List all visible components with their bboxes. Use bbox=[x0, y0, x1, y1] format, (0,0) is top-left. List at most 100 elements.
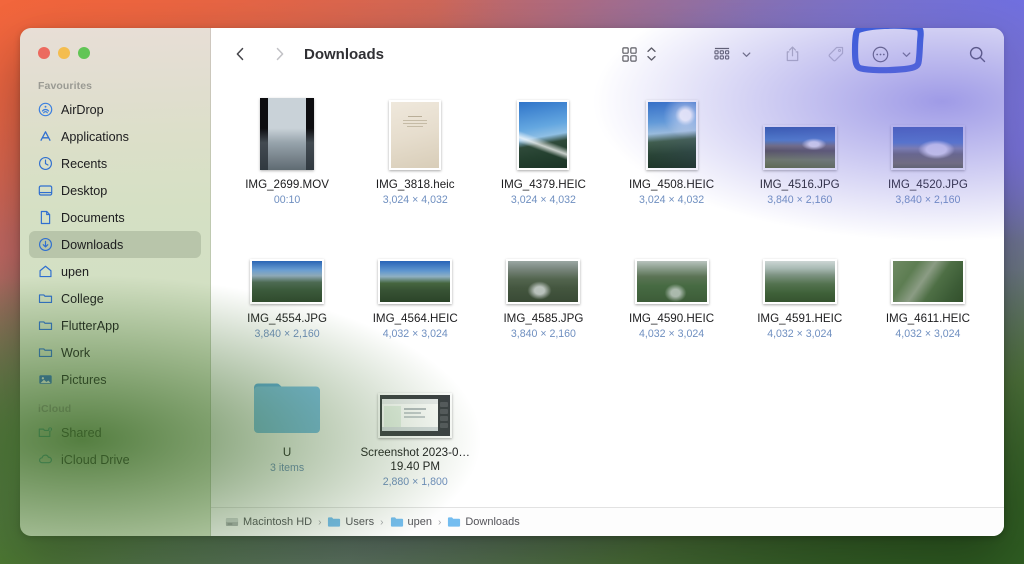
folder-icon bbox=[37, 291, 53, 307]
file-name: IMG_4590.HEIC bbox=[629, 312, 715, 325]
breadcrumb-item-macintosh-hd[interactable]: Macintosh HD bbox=[225, 515, 312, 529]
icon-view-button[interactable] bbox=[618, 41, 641, 67]
sidebar-section-favourites: Favourites AirDrop Applications Recents … bbox=[20, 80, 210, 393]
maximize-button[interactable] bbox=[78, 47, 90, 59]
breadcrumb-separator: › bbox=[318, 516, 322, 528]
sidebar-item-pictures[interactable]: Pictures bbox=[29, 366, 201, 393]
thumbnail bbox=[890, 228, 965, 304]
file-item[interactable]: IMG_4554.JPG 3,840 × 2,160 bbox=[223, 228, 351, 362]
thumbnail bbox=[506, 228, 581, 304]
thumbnail bbox=[378, 228, 453, 304]
file-meta: 4,032 × 3,024 bbox=[382, 328, 448, 340]
desktop-icon bbox=[37, 183, 53, 199]
file-item[interactable]: IMG_4590.HEIC 4,032 × 3,024 bbox=[608, 228, 736, 362]
file-meta: 2,880 × 1,800 bbox=[382, 476, 448, 488]
file-item[interactable]: IMG_4508.HEIC 3,024 × 4,032 bbox=[608, 94, 736, 228]
file-name: IMG_4564.HEIC bbox=[372, 312, 458, 325]
folder-icon bbox=[447, 515, 461, 529]
sidebar-item-college[interactable]: College bbox=[29, 285, 201, 312]
file-meta: 3,840 × 2,160 bbox=[895, 194, 961, 206]
file-item[interactable]: IMG_4585.JPG 3,840 × 2,160 bbox=[479, 228, 607, 362]
group-by-button[interactable] bbox=[710, 41, 734, 67]
breadcrumb-item-downloads[interactable]: Downloads bbox=[447, 515, 520, 529]
sidebar-item-label: Recents bbox=[61, 156, 108, 171]
sidebar-item-upen[interactable]: upen bbox=[29, 258, 201, 285]
sidebar-section-title: Favourites bbox=[38, 80, 93, 92]
sidebar-item-label: Shared bbox=[61, 425, 102, 440]
file-item[interactable]: IMG_3818.heic 3,024 × 4,032 bbox=[351, 94, 479, 228]
file-name: IMG_4554.JPG bbox=[247, 312, 328, 325]
share-button[interactable] bbox=[781, 41, 804, 67]
sidebar-item-label: Applications bbox=[61, 129, 129, 144]
sidebar-item-label: Work bbox=[61, 345, 91, 360]
search-button[interactable] bbox=[965, 41, 990, 67]
sidebar-item-documents[interactable]: Documents bbox=[29, 204, 201, 231]
photo-thumbnail bbox=[506, 259, 581, 304]
sidebar-item-recents[interactable]: Recents bbox=[29, 150, 201, 177]
group-by-chevron[interactable] bbox=[738, 41, 755, 67]
tag-button[interactable] bbox=[824, 41, 848, 67]
file-item[interactable]: Screenshot 2023-0…19.40 PM 2,880 × 1,800 bbox=[351, 362, 479, 496]
file-item[interactable]: IMG_4379.HEIC 3,024 × 4,032 bbox=[479, 94, 607, 228]
sidebar-item-label: FlutterApp bbox=[61, 318, 120, 333]
sidebar-item-desktop[interactable]: Desktop bbox=[29, 177, 201, 204]
more-actions-button[interactable] bbox=[868, 41, 893, 67]
movie-thumbnail bbox=[260, 98, 315, 170]
sidebar-item-shared[interactable]: Shared bbox=[29, 419, 201, 446]
file-name: IMG_3818.heic bbox=[375, 178, 455, 191]
sort-stepper[interactable] bbox=[643, 41, 660, 67]
sidebar-item-applications[interactable]: Applications bbox=[29, 123, 201, 150]
folder-icon bbox=[37, 345, 53, 361]
close-button[interactable] bbox=[38, 47, 50, 59]
file-meta: 3,840 × 2,160 bbox=[254, 328, 320, 340]
breadcrumb-item-users[interactable]: Users bbox=[327, 515, 374, 529]
more-actions-chevron[interactable] bbox=[898, 41, 915, 67]
sidebar-section-title: iCloud bbox=[38, 403, 72, 415]
file-name: IMG_4508.HEIC bbox=[629, 178, 715, 191]
breadcrumb-label: Macintosh HD bbox=[243, 516, 313, 528]
minimize-button[interactable] bbox=[58, 47, 70, 59]
hard-drive-icon bbox=[225, 515, 239, 529]
sidebar-item-label: Documents bbox=[61, 210, 125, 225]
sidebar-item-flutterapp[interactable]: FlutterApp bbox=[29, 312, 201, 339]
file-item[interactable]: IMG_4591.HEIC 4,032 × 3,024 bbox=[736, 228, 864, 362]
photo-thumbnail bbox=[378, 259, 453, 304]
sidebar-item-icloud-drive[interactable]: iCloud Drive bbox=[29, 446, 201, 473]
file-item[interactable]: IMG_4564.HEIC 4,032 × 3,024 bbox=[351, 228, 479, 362]
file-item[interactable]: IMG_4520.JPG 3,840 × 2,160 bbox=[864, 94, 992, 228]
thumbnail bbox=[890, 94, 965, 170]
clock-icon bbox=[37, 156, 53, 172]
file-meta: 3,840 × 2,160 bbox=[510, 328, 576, 340]
file-meta: 3,024 × 4,032 bbox=[639, 194, 705, 206]
cloud-icon bbox=[37, 452, 53, 468]
breadcrumb-item-upen[interactable]: upen bbox=[390, 515, 432, 529]
file-meta: 3,024 × 4,032 bbox=[510, 194, 576, 206]
file-meta: 3 items bbox=[270, 462, 305, 474]
file-meta: 3,840 × 2,160 bbox=[767, 194, 833, 206]
breadcrumb: Macintosh HD › Users › upen › Downloads bbox=[211, 507, 1004, 536]
file-meta: 4,032 × 3,024 bbox=[895, 328, 961, 340]
folder-icon bbox=[250, 378, 324, 438]
desktop-wallpaper: Favourites AirDrop Applications Recents … bbox=[0, 0, 1024, 564]
back-button[interactable] bbox=[227, 41, 253, 67]
sidebar-item-downloads[interactable]: Downloads bbox=[29, 231, 201, 258]
file-item[interactable]: IMG_4516.JPG 3,840 × 2,160 bbox=[736, 94, 864, 228]
thumbnail bbox=[762, 94, 837, 170]
thumbnail bbox=[378, 362, 453, 438]
sidebar-item-work[interactable]: Work bbox=[29, 339, 201, 366]
toolbar: Downloads bbox=[211, 28, 1004, 80]
download-icon bbox=[37, 237, 53, 253]
sidebar-item-airdrop[interactable]: AirDrop bbox=[29, 96, 201, 123]
sidebar-section-icloud: iCloud Shared iCloud Drive bbox=[20, 403, 210, 473]
file-item[interactable]: IMG_4611.HEIC 4,032 × 3,024 bbox=[864, 228, 992, 362]
file-meta: 3,024 × 4,032 bbox=[382, 194, 448, 206]
sidebar-item-label: AirDrop bbox=[61, 102, 104, 117]
document-icon bbox=[37, 210, 53, 226]
file-meta: 4,032 × 3,024 bbox=[767, 328, 833, 340]
file-item[interactable]: U 3 items bbox=[223, 362, 351, 496]
file-item[interactable]: IMG_2699.MOV 00:10 bbox=[223, 94, 351, 228]
file-name: U bbox=[282, 446, 292, 459]
sidebar-item-label: upen bbox=[61, 264, 90, 279]
photo-thumbnail bbox=[762, 125, 837, 170]
file-name: IMG_4379.HEIC bbox=[500, 178, 586, 191]
